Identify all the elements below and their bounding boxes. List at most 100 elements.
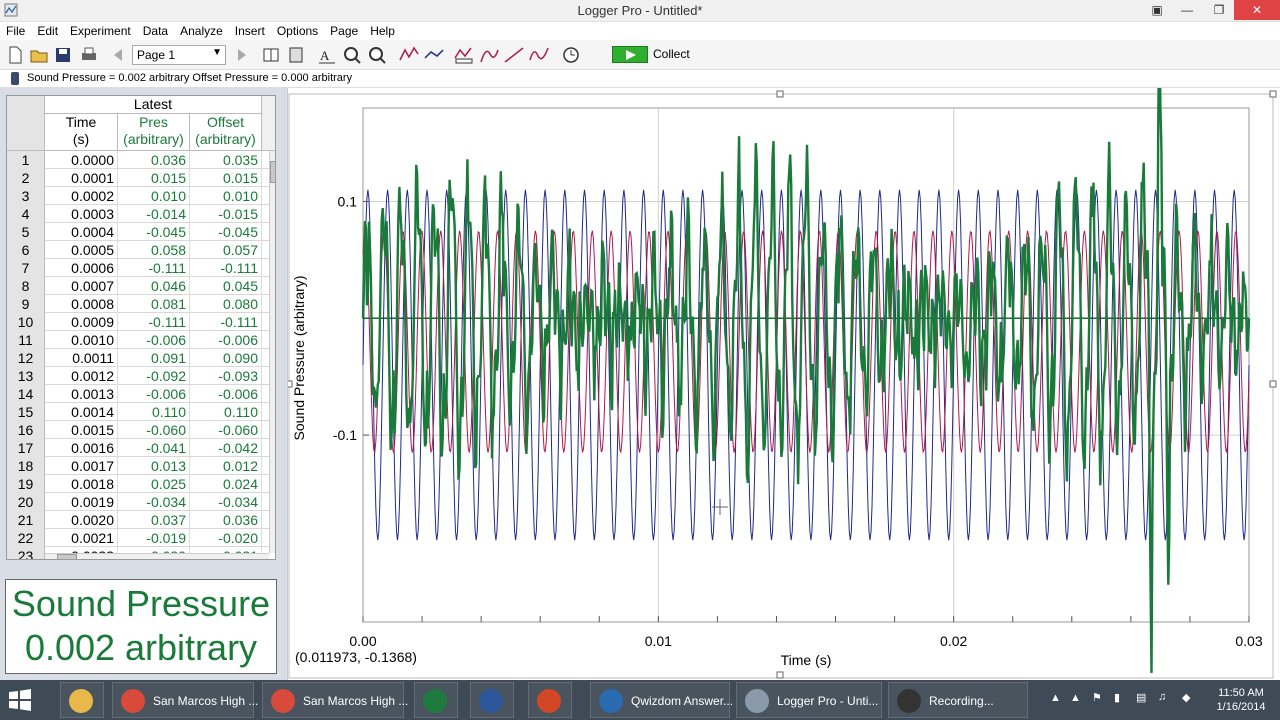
time-cell[interactable]: 0.0018 [45,475,118,493]
time-cell[interactable]: 0.0015 [45,421,118,439]
table-row[interactable]: 22 0.0021 -0.019 -0.020 [7,529,269,547]
offset-cell[interactable]: 0.012 [190,457,262,475]
resize-handle[interactable] [776,90,784,98]
table-row[interactable]: 2 0.0001 0.015 0.015 [7,169,269,187]
next-page-icon[interactable] [230,44,252,66]
offset-cell[interactable]: 0.010 [190,187,262,205]
offset-cell[interactable]: -0.006 [190,385,262,403]
time-cell[interactable]: 0.0000 [45,151,118,169]
pressure-cell[interactable]: 0.037 [118,511,190,529]
offset-cell[interactable]: 0.110 [190,403,262,421]
clock[interactable]: 11:50 AM 1/16/2014 [1206,686,1276,714]
resize-handle[interactable] [776,671,784,679]
integral-icon[interactable] [478,44,500,66]
taskbar-item[interactable] [60,682,104,718]
time-cell[interactable]: 0.0013 [45,385,118,403]
pressure-cell[interactable]: 0.013 [118,457,190,475]
data-set-header[interactable]: Latest [45,96,262,114]
autoscale-icon[interactable]: A [316,44,338,66]
pressure-cell[interactable]: 0.015 [118,169,190,187]
offset-cell[interactable]: -0.006 [190,331,262,349]
graph-panel[interactable]: 0.00 0.01 0.02 0.03 0.1 -0.1 Sound Pressure (… [287,88,1280,680]
offset-cell[interactable]: 0.024 [190,475,262,493]
table-row[interactable]: 4 0.0003 -0.014 -0.015 [7,205,269,223]
pressure-cell[interactable]: 0.010 [118,187,190,205]
offset-cell[interactable]: -0.045 [190,223,262,241]
offset-cell[interactable]: 0.035 [190,151,262,169]
scroll-thumb[interactable] [57,554,77,559]
pressure-cell[interactable]: -0.060 [118,421,190,439]
minimize-button[interactable]: — [1172,0,1202,20]
pressure-cell[interactable]: 0.025 [118,475,190,493]
vertical-scrollbar[interactable] [269,151,275,553]
offset-cell[interactable]: -0.042 [190,439,262,457]
examine-icon[interactable] [398,44,420,66]
table-row[interactable]: 6 0.0005 0.058 0.057 [7,241,269,259]
time-cell[interactable]: 0.0017 [45,457,118,475]
restore-small-button[interactable]: ▣ [1142,0,1172,20]
column-header-time[interactable]: Time (s) [45,114,118,151]
table-row[interactable]: 21 0.0020 0.037 0.036 [7,511,269,529]
horizontal-scrollbar[interactable] [45,553,269,559]
chevron-up-icon[interactable]: ▲ [1050,692,1061,704]
taskbar-item[interactable]: San Marcos High ... [262,682,408,718]
resize-handle[interactable] [1269,380,1277,388]
replay-icon[interactable] [560,44,582,66]
pressure-cell[interactable]: -0.045 [118,223,190,241]
offset-cell[interactable]: -0.034 [190,493,262,511]
sensor-meter[interactable]: Sound Pressure 0.002 arbitrary [5,579,277,674]
time-cell[interactable]: 0.0020 [45,511,118,529]
offset-cell[interactable]: 0.090 [190,349,262,367]
start-button[interactable] [6,688,34,712]
previous-page-icon[interactable] [108,44,130,66]
time-cell[interactable]: 0.0007 [45,277,118,295]
table-row[interactable]: 16 0.0015 -0.060 -0.060 [7,421,269,439]
table-row[interactable]: 1 0.0000 0.036 0.035 [7,151,269,169]
offset-cell[interactable]: -0.093 [190,367,262,385]
resize-handle[interactable] [288,380,293,388]
taskbar-item[interactable]: Logger Pro - Unti... [736,682,882,718]
time-cell[interactable]: 0.0011 [45,349,118,367]
zoom-in-icon[interactable] [341,44,363,66]
restore-button[interactable]: ❐ [1204,0,1234,20]
resize-handle[interactable] [1269,90,1277,98]
menu-experiment[interactable]: Experiment [64,22,137,38]
taskbar-item[interactable] [414,682,458,718]
menu-analyze[interactable]: Analyze [174,22,229,38]
drive-icon[interactable]: ▲ [1070,692,1081,704]
x-axis-label[interactable]: Time (s) [781,652,832,668]
table-row[interactable]: 18 0.0017 0.013 0.012 [7,457,269,475]
linear-fit-icon[interactable] [503,44,525,66]
graph[interactable]: 0.00 0.01 0.02 0.03 0.1 -0.1 Sound Pressure (… [288,88,1280,680]
time-cell[interactable]: 0.0014 [45,403,118,421]
menu-edit[interactable]: Edit [31,22,64,38]
offset-cell[interactable]: -0.111 [190,259,262,277]
pressure-cell[interactable]: -0.092 [118,367,190,385]
curve-fit-icon[interactable] [528,44,550,66]
table-row[interactable]: 15 0.0014 0.110 0.110 [7,403,269,421]
zoom-out-icon[interactable] [366,44,388,66]
y-axis-label[interactable]: Sound Pressure (arbitrary) [291,276,307,441]
time-cell[interactable]: 0.0002 [45,187,118,205]
offset-cell[interactable]: 0.015 [190,169,262,187]
table-row[interactable]: 11 0.0010 -0.006 -0.006 [7,331,269,349]
time-cell[interactable]: 0.0021 [45,529,118,547]
pressure-cell[interactable]: -0.019 [118,529,190,547]
pressure-cell[interactable]: -0.034 [118,493,190,511]
pressure-cell[interactable]: -0.006 [118,385,190,403]
statistics-icon[interactable] [453,44,475,66]
table-row[interactable]: 5 0.0004 -0.045 -0.045 [7,223,269,241]
offset-cell[interactable]: 0.036 [190,511,262,529]
pressure-cell[interactable]: 0.046 [118,277,190,295]
tangent-icon[interactable] [423,44,445,66]
table-row[interactable]: 3 0.0002 0.010 0.010 [7,187,269,205]
offset-cell[interactable]: -0.060 [190,421,262,439]
taskbar-item[interactable] [528,682,572,718]
close-button[interactable]: ✕ [1234,0,1280,20]
menu-insert[interactable]: Insert [229,22,271,38]
flag-icon[interactable]: ⚑ [1092,691,1102,704]
taskbar-item[interactable]: Recording... [888,682,1028,718]
pressure-cell[interactable]: -0.111 [118,259,190,277]
table-row[interactable]: 7 0.0006 -0.111 -0.111 [7,259,269,277]
page-select[interactable]: Page 1 ▼ [132,45,226,65]
